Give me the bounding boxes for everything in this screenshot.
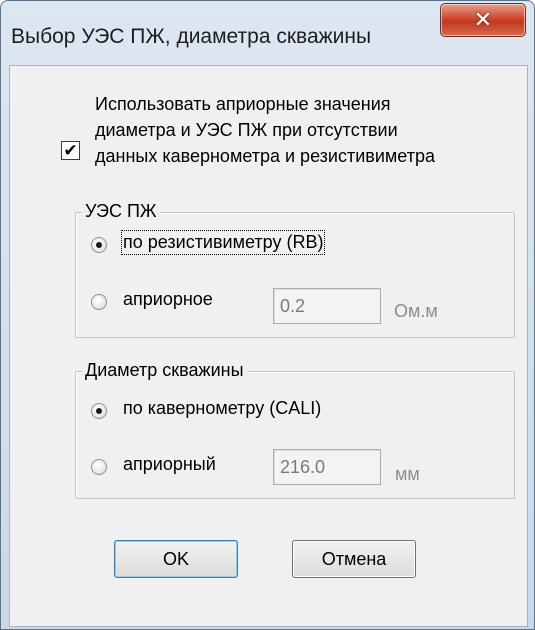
resistivity-value-field[interactable]: 0.2	[273, 288, 381, 324]
diameter-value-field[interactable]: 216.0	[273, 449, 381, 485]
radio-resistivity-measured-label[interactable]: по резистивиметру (RB)	[120, 230, 326, 255]
dialog-window: Выбор УЭС ПЖ, диаметра скважины ✕ ✔ Испо…	[0, 0, 535, 630]
radio-resistivity-apriori-label[interactable]: априорное	[123, 289, 213, 310]
checkbox-label-line3: данных кавернометра и резистивиметра	[95, 146, 435, 166]
close-button[interactable]: ✕	[440, 3, 526, 37]
cancel-button[interactable]: Отмена	[292, 540, 416, 578]
radio-resistivity-apriori[interactable]	[91, 294, 107, 310]
resistivity-legend: УЭС ПЖ	[82, 201, 160, 222]
radio-diameter-measured-label[interactable]: по кавернометру (CALI)	[123, 398, 321, 419]
diameter-unit: мм	[395, 464, 420, 484]
ok-button[interactable]: OK	[114, 540, 238, 578]
checkbox-label-line2: диаметра и УЭС ПЖ при отсутствии	[95, 120, 398, 140]
resistivity-unit: Ом.м	[394, 301, 438, 321]
close-icon: ✕	[473, 7, 493, 32]
checkbox-label-line1: Использовать априорные значения	[95, 94, 391, 114]
radio-diameter-measured[interactable]	[91, 403, 107, 419]
radio-diameter-apriori[interactable]	[91, 459, 107, 475]
checkmark-icon: ✔	[63, 141, 78, 160]
diameter-legend: Диаметр скважины	[82, 360, 247, 381]
window-title: Выбор УЭС ПЖ, диаметра скважины	[11, 25, 372, 48]
apriori-checkbox[interactable]: ✔	[61, 141, 80, 160]
dialog-body: ✔ Использовать априорные значения диамет…	[9, 65, 528, 627]
radio-diameter-apriori-label[interactable]: априорный	[123, 454, 216, 475]
radio-resistivity-measured[interactable]	[91, 237, 107, 253]
